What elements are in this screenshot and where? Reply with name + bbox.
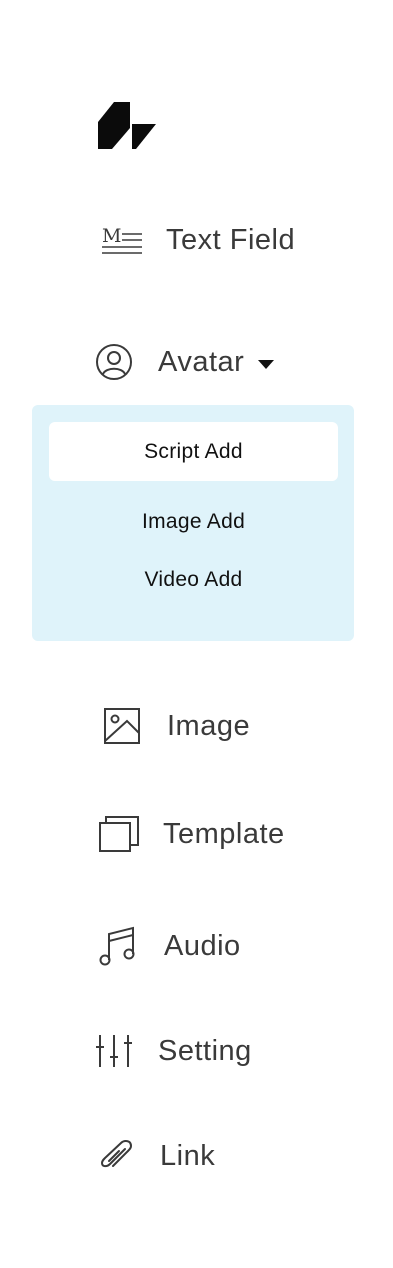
nav-item-image[interactable]: Image (103, 707, 250, 745)
paperclip-icon (99, 1139, 135, 1173)
nav-item-label: Template (163, 817, 285, 850)
nav-item-text-field[interactable]: M Text Field (100, 222, 295, 258)
nav-item-audio[interactable]: Audio (99, 926, 241, 966)
svg-text:M: M (102, 225, 121, 247)
template-icon (98, 815, 140, 853)
nav-item-template[interactable]: Template (98, 815, 285, 853)
markdown-icon: M (100, 222, 144, 258)
nav-item-setting[interactable]: Setting (96, 1033, 252, 1069)
image-icon (103, 707, 141, 745)
nav-item-label: Text Field (166, 223, 296, 256)
brand-logo[interactable] (96, 100, 158, 152)
nav-item-label: Setting (158, 1034, 252, 1067)
nav-item-link[interactable]: Link (99, 1139, 215, 1173)
caret-down-icon (258, 359, 275, 369)
nav-item-label: Audio (164, 929, 241, 962)
avatar-submenu: Script Add Image Add Video Add (32, 405, 354, 641)
submenu-item-script-add[interactable]: Script Add (49, 422, 338, 481)
submenu-item-image-add[interactable]: Image Add (49, 492, 338, 551)
nav-item-avatar[interactable]: Avatar (94, 342, 275, 382)
sliders-icon (96, 1033, 132, 1069)
submenu-item-video-add[interactable]: Video Add (49, 550, 338, 609)
nav-item-label: Image (167, 709, 251, 742)
nav-item-label: Link (160, 1139, 216, 1172)
music-note-icon (99, 926, 137, 966)
nav-item-label: Avatar (158, 345, 245, 378)
sidebar: M Text Field Avatar Script Add Image Add… (0, 0, 393, 1268)
brand-logo-icon (98, 102, 156, 149)
user-circle-icon (94, 342, 134, 382)
